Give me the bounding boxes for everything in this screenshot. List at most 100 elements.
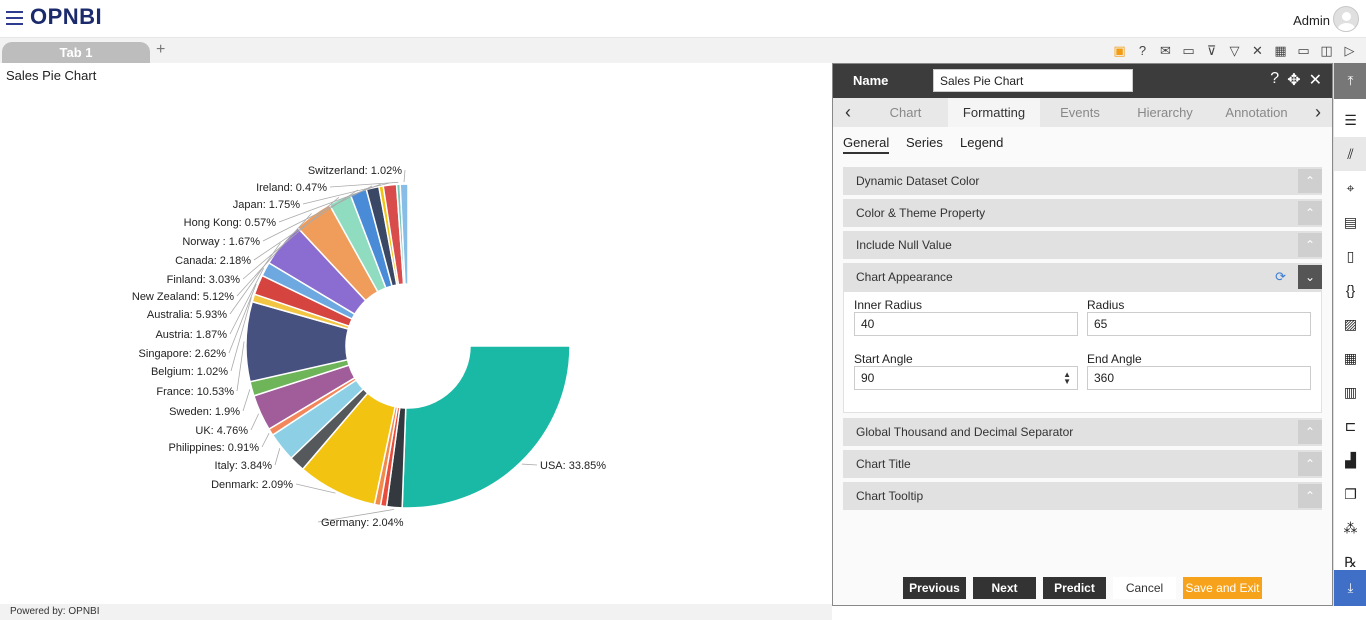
label-connector — [521, 463, 538, 466]
slice-label: Denmark: 2.09% — [211, 479, 293, 491]
cancel-button[interactable]: Cancel — [1113, 577, 1176, 599]
document-icon[interactable]: ▤ — [1334, 205, 1366, 239]
chevron-up-icon[interactable]: ⌃ — [1298, 484, 1322, 508]
slice-label: Japan: 1.75% — [233, 199, 300, 211]
tab-chart[interactable]: Chart — [863, 98, 948, 127]
devices-icon[interactable]: ◫ — [1318, 42, 1335, 59]
hierarchy-icon[interactable]: ⊏ — [1334, 409, 1366, 443]
add-tab-button[interactable]: + — [156, 41, 165, 59]
slice-label: Austria: 1.87% — [155, 329, 227, 341]
start-angle-input[interactable]: 90 ▲ ▼ — [854, 366, 1078, 390]
refresh-icon[interactable]: ⟳ — [1275, 263, 1286, 291]
tab-formatting[interactable]: Formatting — [948, 98, 1040, 127]
clear-filter-icon[interactable]: ⊽ — [1203, 42, 1220, 59]
slice-label: Belgium: 1.02% — [151, 366, 228, 378]
slice-label: Germany: 2.04% — [321, 517, 404, 529]
right-sidebar: ⤒ ☰ ⫽ ⌖ ▤ ▯ {} ▨ ▦ ▥ ⊏ ▟ ❐ ⁂ ℞ ⤓ — [1333, 63, 1366, 606]
bar-chart-icon[interactable]: ▟ — [1334, 443, 1366, 477]
app-logo: OPNBI — [30, 4, 103, 29]
slice-label: Australia: 5.93% — [147, 309, 227, 321]
slice-label: UK: 4.76% — [195, 425, 248, 437]
next-button[interactable]: Next — [973, 577, 1036, 599]
tabs-scroll-right-icon[interactable]: › — [1303, 98, 1333, 127]
chart-icon[interactable]: ⫽ — [1334, 137, 1366, 171]
help-icon[interactable]: ? — [1270, 70, 1279, 90]
map-icon[interactable]: ⌖ — [1334, 171, 1366, 205]
copy-icon[interactable]: ❐ — [1334, 477, 1366, 511]
move-icon[interactable]: ✥ — [1287, 70, 1300, 90]
chevron-up-icon[interactable]: ⌃ — [1298, 201, 1322, 225]
mail-icon[interactable]: ✉ — [1157, 42, 1174, 59]
slice-label: France: 10.53% — [156, 386, 234, 398]
download-icon[interactable]: ⤓ — [1334, 570, 1366, 606]
slice-label: Singapore: 2.62% — [139, 348, 227, 360]
predict-button[interactable]: Predict — [1043, 577, 1106, 599]
tab-events[interactable]: Events — [1040, 98, 1120, 127]
tab-1[interactable]: Tab 1 — [2, 42, 150, 63]
section-dynamic-dataset-color[interactable]: Dynamic Dataset Color ⌃ — [843, 167, 1322, 195]
section-color-theme[interactable]: Color & Theme Property ⌃ — [843, 199, 1322, 227]
section-chart-tooltip[interactable]: Chart Tooltip ⌃ — [843, 482, 1322, 510]
save-and-exit-button[interactable]: Save and Exit — [1183, 577, 1262, 599]
section-chart-title[interactable]: Chart Title ⌃ — [843, 450, 1322, 478]
table-icon[interactable]: ▦ — [1272, 42, 1289, 59]
slice-label: New Zealand: 5.12% — [132, 291, 234, 303]
panel-header: Name ? ✥ ✕ — [833, 64, 1332, 98]
name-input[interactable] — [933, 69, 1133, 92]
section-title: Include Null Value — [856, 238, 952, 252]
chevron-up-icon[interactable]: ⌃ — [1298, 420, 1322, 444]
avatar-icon[interactable] — [1333, 6, 1359, 32]
collapse-up-icon[interactable]: ⤒ — [1334, 63, 1366, 99]
footer-powered-by: Powered by: OPNBI — [0, 604, 832, 620]
toolbar: ▣ ? ✉ ▭ ⊽ ▽ ✕ ▦ ▭ ◫ ▷ — [1111, 42, 1358, 59]
label-connector — [403, 169, 406, 183]
braces-icon[interactable]: {} — [1334, 273, 1366, 307]
slice-label: Switzerland: 1.02% — [308, 165, 402, 177]
tab-hierarchy[interactable]: Hierarchy — [1120, 98, 1210, 127]
list-icon[interactable]: ☰ — [1334, 103, 1366, 137]
chevron-down-icon[interactable]: ⌄ — [1298, 265, 1322, 289]
subtab-general[interactable]: General — [843, 135, 890, 154]
end-angle-input[interactable]: 360 — [1087, 366, 1311, 390]
chevron-up-icon[interactable]: ⌃ — [1298, 452, 1322, 476]
spinner-icon[interactable]: ▲ ▼ — [1063, 371, 1071, 386]
radius-input[interactable]: 65 — [1087, 312, 1311, 336]
calculator-icon[interactable]: ▥ — [1334, 375, 1366, 409]
label-connector — [242, 389, 251, 412]
page-icon[interactable]: ▯ — [1334, 239, 1366, 273]
tools-icon[interactable]: ✕ — [1249, 42, 1266, 59]
subtab-series[interactable]: Series — [906, 135, 943, 150]
table-icon[interactable]: ▦ — [1334, 341, 1366, 375]
chevron-up-icon[interactable]: ⌃ — [1298, 169, 1322, 193]
label-connector — [261, 432, 270, 448]
tabs-scroll-left-icon[interactable]: ‹ — [833, 98, 863, 127]
comment-icon[interactable]: ▭ — [1180, 42, 1197, 59]
cluster-icon[interactable]: ⁂ — [1334, 511, 1366, 545]
menu-icon[interactable] — [6, 11, 23, 25]
user-name[interactable]: Admin — [1293, 13, 1330, 28]
section-include-null[interactable]: Include Null Value ⌃ — [843, 231, 1322, 259]
pie-slice[interactable] — [401, 345, 571, 509]
sub-tabs: General Series Legend — [833, 127, 1332, 164]
close-icon[interactable]: ✕ — [1309, 70, 1322, 90]
help-icon[interactable]: ? — [1134, 42, 1151, 59]
section-title: Chart Tooltip — [856, 489, 924, 503]
subtab-legend[interactable]: Legend — [960, 135, 1003, 150]
image-icon[interactable]: ▨ — [1334, 307, 1366, 341]
slice-label: Norway : 1.67% — [182, 236, 260, 248]
play-icon[interactable]: ▷ — [1341, 42, 1358, 59]
pie-chart: USA: 33.85% Germany: 2.04% Denmark: 2.09% I… — [132, 165, 606, 529]
previous-button[interactable]: Previous — [903, 577, 966, 599]
inner-radius-input[interactable]: 40 — [854, 312, 1078, 336]
section-title: Global Thousand and Decimal Separator — [856, 425, 1074, 439]
slice-label: Philippines: 0.91% — [168, 442, 259, 454]
filter-icon[interactable]: ▽ — [1226, 42, 1243, 59]
screen-icon[interactable]: ▭ — [1295, 42, 1312, 59]
chevron-up-icon[interactable]: ⌃ — [1298, 233, 1322, 257]
section-global-separator[interactable]: Global Thousand and Decimal Separator ⌃ — [843, 418, 1322, 446]
panel-header-icons: ? ✥ ✕ — [1270, 70, 1322, 90]
section-chart-appearance[interactable]: Chart Appearance ⟳ ⌄ — [843, 263, 1322, 291]
tab-annotation[interactable]: Annotation — [1210, 98, 1303, 127]
save-icon[interactable]: ▣ — [1111, 42, 1128, 59]
slice-label: Ireland: 0.47% — [256, 182, 327, 194]
